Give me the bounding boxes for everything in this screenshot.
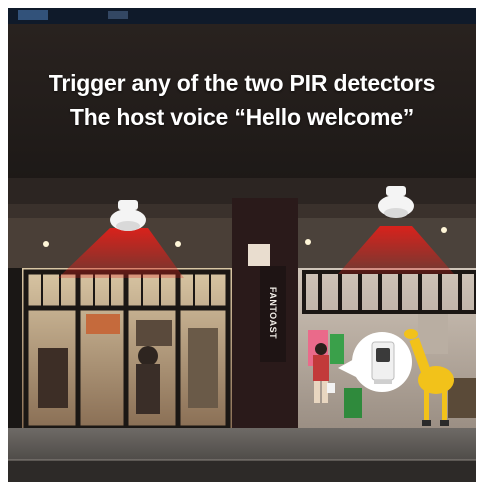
product-photo: Trigger any of the two PIR detectors The… bbox=[8, 8, 476, 482]
doorbell-host-icon bbox=[352, 332, 412, 392]
store-sign: FANTOAST bbox=[263, 270, 283, 356]
caption: Trigger any of the two PIR detectors The… bbox=[8, 66, 476, 134]
store-sign-text: FANTOAST bbox=[268, 286, 278, 340]
caption-line-1: Trigger any of the two PIR detectors bbox=[48, 70, 436, 96]
caption-line-2: The host voice “Hello welcome” bbox=[69, 104, 415, 130]
